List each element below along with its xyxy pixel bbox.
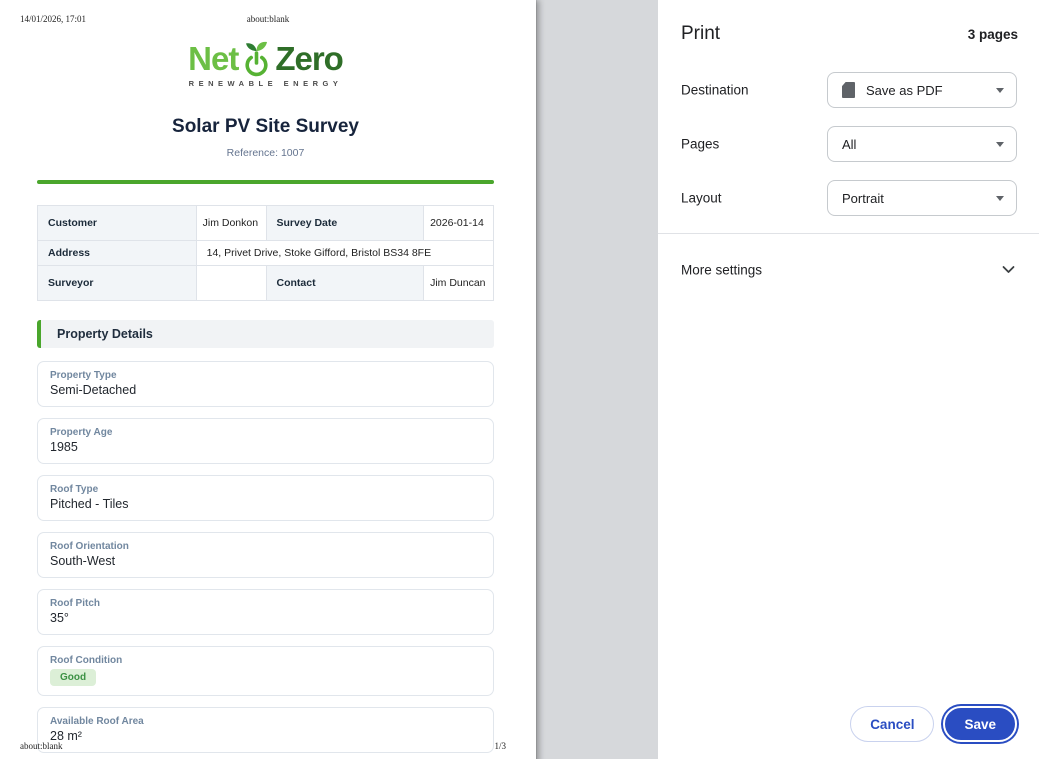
- dropdown-caret-icon: [996, 196, 1004, 201]
- dialog-button-row: Cancel Save: [850, 706, 1019, 742]
- destination-row: Destination Save as PDF: [658, 72, 1039, 108]
- survey-info-table: Customer Jim Donkon Survey Date 2026-01-…: [37, 205, 494, 301]
- pages-select[interactable]: All: [827, 126, 1017, 162]
- address-value: 14, Privet Drive, Stoke Gifford, Bristol…: [196, 241, 493, 266]
- status-badge-good: Good: [50, 669, 96, 686]
- print-settings-panel: Print 3 pages Destination Save as PDF Pa…: [658, 0, 1039, 759]
- document-reference: Reference: 1007: [37, 147, 494, 159]
- field-value: Pitched - Tiles: [50, 497, 481, 511]
- table-row: Surveyor Contact Jim Duncan: [38, 266, 494, 301]
- print-dialog-title: Print: [681, 23, 720, 45]
- field-label: Roof Type: [50, 484, 481, 495]
- field-value: 35°: [50, 611, 481, 625]
- customer-value: Jim Donkon: [196, 206, 266, 241]
- section-header-property-details: Property Details: [37, 320, 494, 348]
- field-label: Property Age: [50, 427, 481, 438]
- settings-divider: [658, 233, 1039, 234]
- field-value: 1985: [50, 440, 481, 454]
- survey-date-value: 2026-01-14: [424, 206, 494, 241]
- field-card-roof-condition: Roof Condition Good: [37, 646, 494, 696]
- print-preview-pane: 14/01/2026, 17:01 about:blank Net Zero: [0, 0, 658, 759]
- more-settings-label: More settings: [681, 263, 762, 278]
- destination-label: Destination: [681, 83, 749, 98]
- pages-label: Pages: [681, 137, 719, 152]
- print-footer-url: about:blank: [20, 741, 63, 751]
- field-card-property-age: Property Age 1985: [37, 418, 494, 464]
- field-label: Roof Orientation: [50, 541, 481, 552]
- destination-value: Save as PDF: [866, 83, 943, 98]
- field-card-roof-orientation: Roof Orientation South-West: [37, 532, 494, 578]
- document-title: Solar PV Site Survey: [37, 116, 494, 138]
- field-label: Available Roof Area: [50, 716, 481, 727]
- field-label: Roof Pitch: [50, 598, 481, 609]
- cancel-button[interactable]: Cancel: [850, 706, 934, 742]
- pages-row: Pages All: [658, 126, 1039, 162]
- power-seedling-icon: [243, 40, 270, 78]
- field-value: Semi-Detached: [50, 383, 481, 397]
- contact-label: Contact: [266, 266, 424, 301]
- logo-tagline: RENEWABLE ENERGY: [37, 79, 494, 88]
- print-page-header: 14/01/2026, 17:01 about:blank: [0, 0, 536, 24]
- more-settings-toggle[interactable]: More settings: [658, 254, 1039, 286]
- field-card-roof-pitch: Roof Pitch 35°: [37, 589, 494, 635]
- pdf-document-icon: [842, 82, 855, 98]
- table-row: Address 14, Privet Drive, Stoke Gifford,…: [38, 241, 494, 266]
- pages-value: All: [842, 137, 856, 152]
- field-label: Property Type: [50, 370, 481, 381]
- address-label: Address: [38, 241, 197, 266]
- dropdown-caret-icon: [996, 142, 1004, 147]
- logo-word-net: Net: [188, 40, 238, 78]
- print-header-url: about:blank: [0, 14, 536, 24]
- layout-row: Layout Portrait: [658, 180, 1039, 216]
- field-label: Roof Condition: [50, 655, 481, 666]
- table-row: Customer Jim Donkon Survey Date 2026-01-…: [38, 206, 494, 241]
- print-page-footer: about:blank 1/3: [0, 741, 536, 751]
- layout-select[interactable]: Portrait: [827, 180, 1017, 216]
- contact-value: Jim Duncan: [424, 266, 494, 301]
- surveyor-value: [196, 266, 266, 301]
- surveyor-label: Surveyor: [38, 266, 197, 301]
- document-body: Net Zero RENEWABLE ENERGY Solar PV Site …: [37, 40, 494, 753]
- save-button[interactable]: Save: [943, 706, 1017, 742]
- logo-word-zero: Zero: [275, 40, 343, 78]
- green-divider-rule: [37, 180, 494, 184]
- field-card-property-type: Property Type Semi-Detached: [37, 361, 494, 407]
- page-count: 3 pages: [968, 27, 1018, 42]
- layout-value: Portrait: [842, 191, 884, 206]
- preview-page-1: 14/01/2026, 17:01 about:blank Net Zero: [0, 0, 536, 759]
- layout-label: Layout: [681, 191, 722, 206]
- customer-label: Customer: [38, 206, 197, 241]
- destination-select[interactable]: Save as PDF: [827, 72, 1017, 108]
- field-value: South-West: [50, 554, 481, 568]
- survey-date-label: Survey Date: [266, 206, 424, 241]
- company-logo: Net Zero RENEWABLE ENERGY: [37, 40, 494, 88]
- chevron-down-icon: [1002, 266, 1015, 275]
- print-footer-page-indicator: 1/3: [494, 741, 506, 751]
- field-card-roof-type: Roof Type Pitched - Tiles: [37, 475, 494, 521]
- dropdown-caret-icon: [996, 88, 1004, 93]
